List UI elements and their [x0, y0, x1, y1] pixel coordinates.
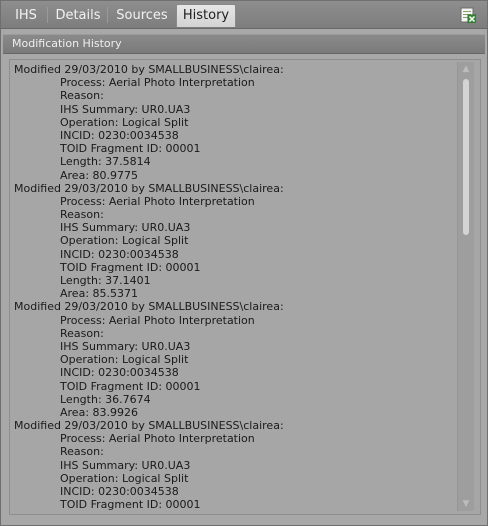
tab-ihs[interactable]: IHS: [5, 4, 47, 27]
tab-history[interactable]: History: [176, 4, 236, 27]
entry-toid-fragment: TOID Fragment ID: 00001: [60, 379, 201, 393]
history-entry: Modified 29/03/2010 by SMALLBUSINESS\cla…: [14, 182, 452, 301]
entry-ihs-summary: IHS Summary: UR0.UA3: [60, 339, 191, 353]
entry-header: Modified 29/03/2010 by SMALLBUSINESS\cla…: [14, 181, 284, 195]
tab-details[interactable]: Details: [49, 4, 107, 27]
entry-area: Area: 85.5371: [60, 287, 139, 301]
entry-toid-fragment: TOID Fragment ID: 00001: [60, 260, 201, 274]
entry-area: Area: 80.9775: [60, 168, 139, 182]
scroll-up-button[interactable]: ▲: [458, 62, 474, 76]
entry-header: Modified 29/03/2010 by SMALLBUSINESS\cla…: [14, 63, 284, 76]
tab-bar: IHS Details Sources History: [1, 1, 487, 29]
entry-incid: INCID: 0230:0034538: [60, 128, 179, 142]
entry-process: Process: Aerial Photo Interpretation: [60, 432, 255, 446]
section-header: Modification History: [3, 34, 485, 54]
entry-ihs-summary: IHS Summary: UR0.UA3: [60, 221, 191, 235]
entry-incid: INCID: 0230:0034538: [60, 247, 179, 261]
entry-reason: Reason:: [60, 445, 104, 459]
export-button[interactable]: [460, 7, 477, 24]
entry-length: Length: 36.7674: [60, 392, 151, 406]
entry-incid: INCID: 0230:0034538: [60, 366, 179, 380]
entry-reason: Reason:: [60, 89, 104, 103]
scroll-down-button[interactable]: ▼: [458, 497, 474, 511]
scroll-down-arrow-icon: ▼: [462, 499, 470, 509]
entry-header: Modified 29/03/2010 by SMALLBUSINESS\cla…: [14, 300, 284, 314]
history-window: IHS Details Sources History Modification…: [0, 0, 488, 526]
history-entry: Modified 29/03/2010 by SMALLBUSINESS\cla…: [14, 300, 452, 419]
tab-separator: [47, 7, 48, 23]
scroll-up-arrow-icon: ▲: [462, 64, 470, 74]
vertical-scrollbar[interactable]: ▲ ▼: [457, 62, 474, 511]
tab-separator: [107, 7, 108, 23]
history-entry: Modified 29/03/2010 by SMALLBUSINESS\cla…: [14, 63, 452, 182]
entry-toid-fragment: TOID Fragment ID: 00001: [60, 498, 201, 512]
entry-reason: Reason:: [60, 326, 104, 340]
entry-length: Length: 37.1401: [60, 274, 151, 287]
entry-process: Process: Aerial Photo Interpretation: [60, 313, 255, 327]
entry-incid: INCID: 0230:0034538: [60, 485, 179, 498]
entry-ihs-summary: IHS Summary: UR0.UA3: [60, 102, 191, 116]
export-to-excel-icon: [460, 7, 477, 24]
entry-length: Length: 37.5814: [60, 155, 151, 169]
section-title: Modification History: [12, 37, 122, 50]
entry-operation: Operation: Logical Split: [60, 471, 189, 485]
history-entry: Modified 29/03/2010 by SMALLBUSINESS\cla…: [14, 419, 452, 511]
entry-process: Process: Aerial Photo Interpretation: [60, 194, 255, 208]
entry-toid-fragment: TOID Fragment ID: 00001: [60, 142, 201, 156]
entry-operation: Operation: Logical Split: [60, 353, 189, 367]
entry-operation: Operation: Logical Split: [60, 115, 189, 129]
scrollbar-thumb[interactable]: [463, 79, 469, 235]
entry-operation: Operation: Logical Split: [60, 234, 189, 248]
entry-ihs-summary: IHS Summary: UR0.UA3: [60, 458, 191, 472]
entry-header: Modified 29/03/2010 by SMALLBUSINESS\cla…: [14, 419, 284, 433]
entry-area: Area: 83.9926: [60, 405, 139, 419]
entry-process: Process: Aerial Photo Interpretation: [60, 76, 255, 90]
history-panel: Modified 29/03/2010 by SMALLBUSINESS\cla…: [9, 59, 481, 515]
tab-sources[interactable]: Sources: [109, 4, 175, 27]
history-textbox[interactable]: Modified 29/03/2010 by SMALLBUSINESS\cla…: [14, 60, 452, 512]
entry-reason: Reason:: [60, 208, 104, 222]
